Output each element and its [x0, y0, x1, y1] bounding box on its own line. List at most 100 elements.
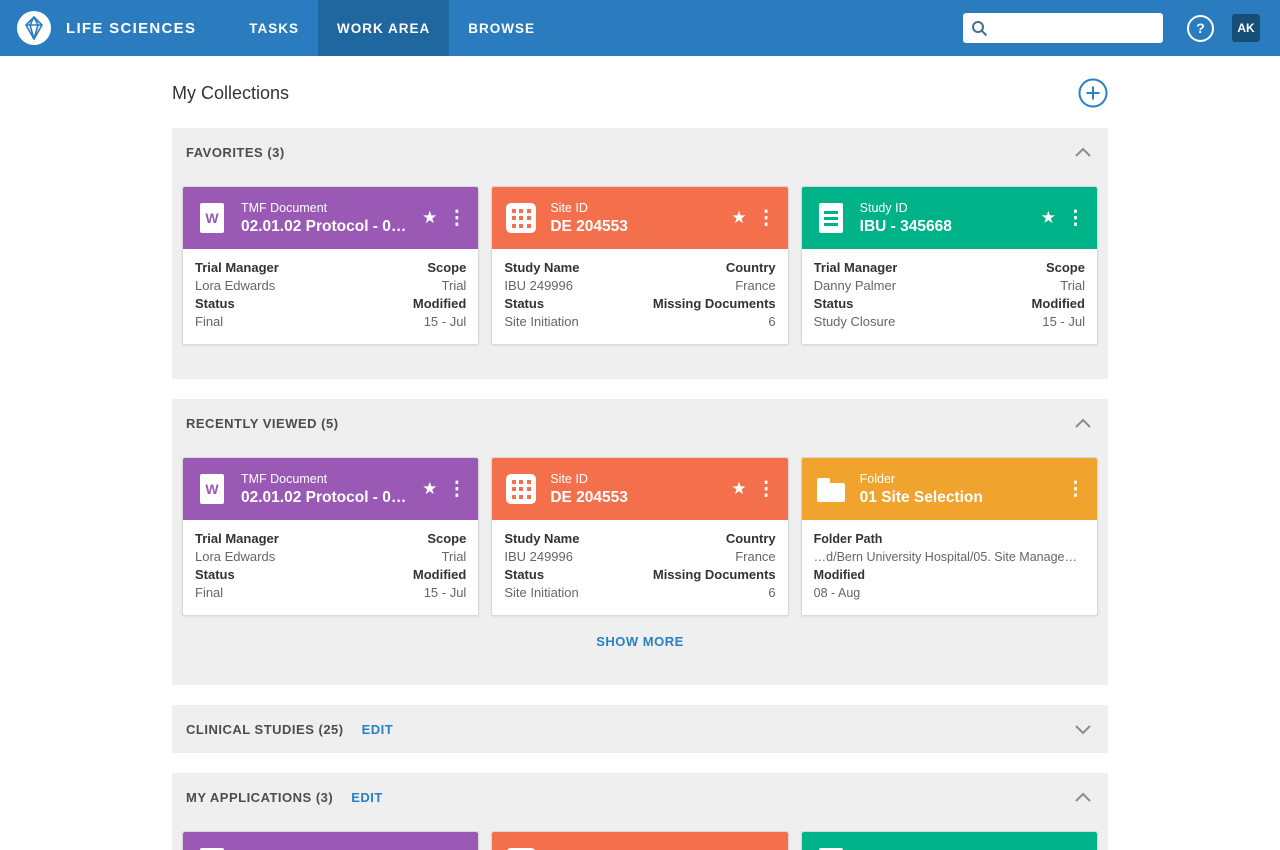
folder-icon	[814, 472, 848, 506]
field-label: Missing Documents	[652, 567, 776, 582]
search-input[interactable]	[994, 20, 1155, 36]
card-study-id[interactable]: Study ID	[800, 831, 1098, 850]
edit-link[interactable]: EDIT	[351, 790, 383, 805]
card-header: Site ID	[492, 832, 788, 850]
field-label: Study Name	[504, 260, 580, 275]
card-body: Trial Manager Scope Lora Edwards Trial Sta…	[183, 520, 478, 615]
field-label: Country	[725, 260, 776, 275]
section-header: CLINICAL STUDIES (25) EDIT	[172, 705, 1108, 753]
favorite-star-icon[interactable]: ★	[1037, 208, 1060, 228]
section-favorites: FAVORITES (3) W TMF Document 02.01.02 Pr…	[172, 128, 1108, 379]
card-tmf-document[interactable]: W TMF Document 02.01.02 Protocol - 0081……	[182, 186, 480, 345]
more-options-icon[interactable]: ⋮	[1060, 207, 1089, 230]
card-title: 01 Site Selection	[859, 488, 983, 506]
field-value: Site Initiation	[504, 585, 579, 600]
show-more-link[interactable]: SHOW MORE	[596, 634, 684, 649]
more-options-icon[interactable]: ⋮	[441, 207, 470, 230]
card-header: W TMF Document	[183, 832, 479, 850]
card-body: Study Name Country IBU 249996 France Statu…	[492, 520, 787, 615]
card-type-label: Folder	[859, 471, 896, 486]
card-study-id[interactable]: Study ID IBU - 345668 ★ ⋮ Trial Manager S…	[800, 186, 1098, 345]
card-row: W TMF Document 02.01.02 Protocol - 0081……	[172, 176, 1108, 379]
collapse-button[interactable]	[1074, 414, 1092, 433]
search-box[interactable]	[963, 13, 1163, 43]
nav-item-work-area[interactable]: WORK AREA	[318, 0, 450, 56]
top-nav: LIFE SCIENCES TASKS WORK AREA BROWSE ? A…	[0, 0, 1280, 56]
field-label: Scope	[1045, 260, 1085, 275]
field-label: Status	[813, 296, 854, 311]
more-options-icon[interactable]: ⋮	[751, 207, 780, 230]
favorite-star-icon[interactable]: ★	[727, 479, 750, 499]
more-options-icon[interactable]: ⋮	[1060, 478, 1089, 501]
field-value: Lora Edwards	[195, 549, 276, 564]
card-site-id[interactable]: Site ID DE 204553 ★ ⋮ Study Name Country …	[491, 186, 789, 345]
favorite-star-icon[interactable]: ★	[418, 479, 441, 499]
card-header: Study ID IBU - 345668 ★ ⋮	[801, 187, 1097, 249]
collapse-button[interactable]	[1074, 788, 1092, 807]
card-body: Folder Path …d/Bern University Hospital/…	[802, 520, 1097, 615]
field-label: Missing Documents	[652, 296, 776, 311]
field-value: 08 - Aug	[813, 586, 861, 600]
field-value: Site Initiation	[504, 314, 579, 329]
field-label: Status	[195, 567, 235, 582]
expand-button[interactable]	[1074, 720, 1092, 739]
help-button[interactable]: ?	[1187, 14, 1214, 42]
section-recently-viewed: RECENTLY VIEWED (5) W TMF Document 02.01…	[172, 399, 1108, 685]
field-value: Lora Edwards	[195, 278, 276, 293]
field-value: 6	[768, 585, 776, 600]
study-document-icon	[814, 846, 848, 850]
collapse-button[interactable]	[1074, 143, 1092, 162]
card-header: Folder 01 Site Selection ⋮	[801, 458, 1097, 520]
page-title: My Collections	[172, 82, 290, 103]
card-site-id[interactable]: Site ID	[491, 831, 789, 850]
chevron-up-icon	[1075, 792, 1091, 802]
field-label: Modified	[412, 567, 467, 582]
section-header: RECENTLY VIEWED (5)	[172, 399, 1108, 447]
nav-item-browse[interactable]: BROWSE	[449, 0, 554, 56]
add-collection-button[interactable]	[1078, 78, 1108, 108]
card-folder[interactable]: Folder 01 Site Selection ⋮ Folder Path ……	[800, 457, 1098, 616]
field-label: Modified	[813, 568, 866, 582]
favorite-star-icon[interactable]: ★	[727, 208, 750, 228]
field-label: Modified	[412, 296, 467, 311]
section-title: FAVORITES (3)	[186, 144, 285, 160]
building-icon	[504, 846, 538, 850]
card-header: Site ID DE 204553 ★ ⋮	[492, 187, 788, 249]
plus-icon	[1078, 78, 1108, 108]
more-options-icon[interactable]: ⋮	[441, 478, 470, 501]
field-label: Status	[504, 296, 545, 311]
field-value: 15 - Jul	[423, 314, 467, 329]
card-type-label: TMF Document	[241, 200, 328, 215]
field-label: Trial Manager	[195, 260, 279, 275]
card-header: W TMF Document 02.01.02 Protocol - 0081……	[183, 187, 479, 249]
nav-item-tasks[interactable]: TASKS	[230, 0, 318, 56]
app-logo-icon[interactable]	[16, 10, 52, 46]
chevron-up-icon	[1075, 418, 1091, 428]
section-title: CLINICAL STUDIES (25)	[186, 721, 344, 737]
field-value: IBU 249996	[504, 549, 573, 564]
card-title: 02.01.02 Protocol - 0081…	[241, 488, 412, 506]
field-value: …d/Bern University Hospital/05. Site Man…	[813, 550, 1085, 564]
field-label: Scope	[427, 531, 467, 546]
section-clinical-studies: CLINICAL STUDIES (25) EDIT	[172, 705, 1108, 753]
card-site-id[interactable]: Site ID DE 204553 ★ ⋮ Study Name Country …	[491, 457, 789, 616]
user-avatar[interactable]: AK	[1232, 14, 1260, 42]
card-header: Study ID	[801, 832, 1097, 850]
chevron-up-icon	[1075, 147, 1091, 157]
edit-link[interactable]: EDIT	[362, 722, 394, 737]
section-header: MY APPLICATIONS (3) EDIT	[172, 773, 1108, 821]
field-value: Trial	[441, 278, 467, 293]
field-value: France	[735, 549, 776, 564]
study-document-icon	[814, 201, 848, 235]
favorite-star-icon[interactable]: ★	[418, 208, 441, 228]
more-options-icon[interactable]: ⋮	[751, 478, 780, 501]
card-tmf-document[interactable]: W TMF Document	[182, 831, 480, 850]
field-label: Scope	[427, 260, 467, 275]
page-header: My Collections	[172, 56, 1108, 128]
field-value: Study Closure	[813, 314, 896, 329]
card-row: W TMF Document Site ID	[172, 821, 1108, 850]
field-label: Trial Manager	[813, 260, 898, 275]
word-document-icon: W	[195, 201, 229, 235]
field-label: Study Name	[504, 531, 580, 546]
card-tmf-document[interactable]: W TMF Document 02.01.02 Protocol - 0081……	[182, 457, 480, 616]
